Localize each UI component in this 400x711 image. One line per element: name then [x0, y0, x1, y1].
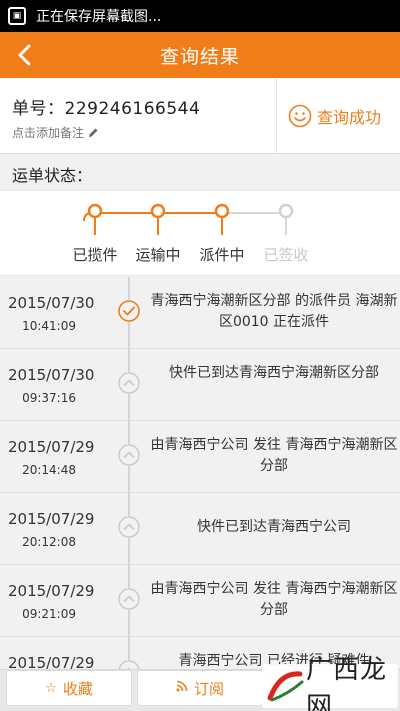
back-arrow-icon	[18, 44, 31, 66]
tracking-timeline[interactable]: 2015/07/30 10:41:09 青海西宁海潮新区分部 的派件员 海湖新区…	[0, 277, 400, 669]
watermark-logo	[266, 668, 306, 704]
order-number: 单号：229246166544	[12, 99, 201, 119]
smiley-icon	[288, 104, 312, 128]
event-description: 快件已到达青海西宁海潮新区分部	[169, 365, 379, 381]
chevron-up-circle-icon	[118, 372, 140, 394]
stage-label-in-transit: 运输中	[135, 246, 181, 264]
timeline-event: 2015/07/29 09:21:09 由青海西宁公司 发往 青海西宁海潮新区分…	[0, 565, 400, 637]
watermark-text: 广西龙网	[306, 655, 388, 711]
event-description: 快件已到达青海西宁公司	[197, 519, 351, 535]
event-description: 青海西宁海潮新区分部 的派件员 海湖新区0010 正在派件	[150, 293, 398, 330]
stage-dot-signed	[278, 203, 294, 219]
page-title: 查询结果	[159, 45, 240, 68]
timeline-event: 2015/07/29 20:12:08 快件已到达青海西宁公司	[0, 493, 400, 565]
event-description: 由青海西宁公司 发往 青海西宁海潮新区分部	[150, 581, 398, 618]
query-success-label: 查询成功	[317, 108, 382, 127]
stage-dot-picked-up	[87, 203, 103, 219]
event-time: 09:37:16	[22, 391, 76, 405]
query-success-status: 查询成功	[288, 104, 381, 128]
event-time: 20:12:08	[22, 535, 76, 549]
event-time: 09:21:09	[22, 607, 76, 621]
event-date: 2015/07/30	[8, 366, 95, 384]
subscribe-label: 订阅	[193, 679, 224, 698]
favorite-label: 收藏	[62, 679, 93, 698]
add-remark-label: 点击添加备注	[12, 126, 85, 140]
status-notification-text: 正在保存屏幕截图...	[36, 9, 162, 25]
chevron-up-circle-icon	[118, 660, 140, 669]
pencil-icon	[89, 128, 98, 137]
order-info-panel: 单号：229246166544 点击添加备注 查询成功	[0, 78, 400, 154]
stage-dot-in-transit	[150, 203, 166, 219]
stage-label-picked-up: 已揽件	[72, 246, 118, 264]
stage-label-delivering: 派件中	[199, 246, 245, 264]
event-date: 2015/07/30	[8, 294, 95, 312]
panel-divider	[276, 78, 277, 154]
event-time: 20:14:48	[22, 463, 76, 477]
event-date: 2015/07/29	[8, 438, 95, 456]
watermark: 广西龙网	[262, 655, 398, 711]
add-remark-link[interactable]: 点击添加备注	[12, 124, 99, 141]
screenshot-notification-icon: ▣	[8, 7, 26, 25]
shipping-progress: 已揽件 运输中 派件中 已签收	[0, 190, 400, 276]
chevron-up-circle-icon	[118, 588, 140, 610]
stage-dot-delivering	[214, 203, 230, 219]
chevron-up-circle-icon	[118, 516, 140, 538]
event-description: 由青海西宁公司 发往 青海西宁海潮新区分部	[150, 437, 398, 474]
rss-icon	[176, 680, 188, 696]
timeline-event: 2015/07/30 09:37:16 快件已到达青海西宁海潮新区分部	[0, 349, 400, 421]
favorite-button[interactable]: ☆ 收藏	[6, 670, 132, 706]
event-time: 10:41:09	[22, 319, 76, 333]
shipping-status-label: 运单状态：	[12, 166, 93, 185]
subscribe-button[interactable]: 订阅	[137, 670, 263, 706]
title-bar: 查询结果	[0, 32, 400, 78]
back-button[interactable]	[10, 40, 40, 70]
timeline-event: 2015/07/30 10:41:09 青海西宁海潮新区分部 的派件员 海湖新区…	[0, 277, 400, 349]
event-date: 2015/07/29	[8, 582, 95, 600]
stage-label-signed: 已签收	[263, 246, 309, 264]
event-date: 2015/07/29	[8, 510, 95, 528]
chevron-up-circle-icon	[118, 444, 140, 466]
timeline-event: 2015/07/29 20:14:48 由青海西宁公司 发往 青海西宁海潮新区分…	[0, 421, 400, 493]
event-date: 2015/07/29	[8, 654, 95, 669]
star-icon: ☆	[45, 680, 57, 696]
check-circle-icon	[118, 300, 140, 322]
system-status-bar: ▣ 正在保存屏幕截图...	[0, 0, 400, 32]
